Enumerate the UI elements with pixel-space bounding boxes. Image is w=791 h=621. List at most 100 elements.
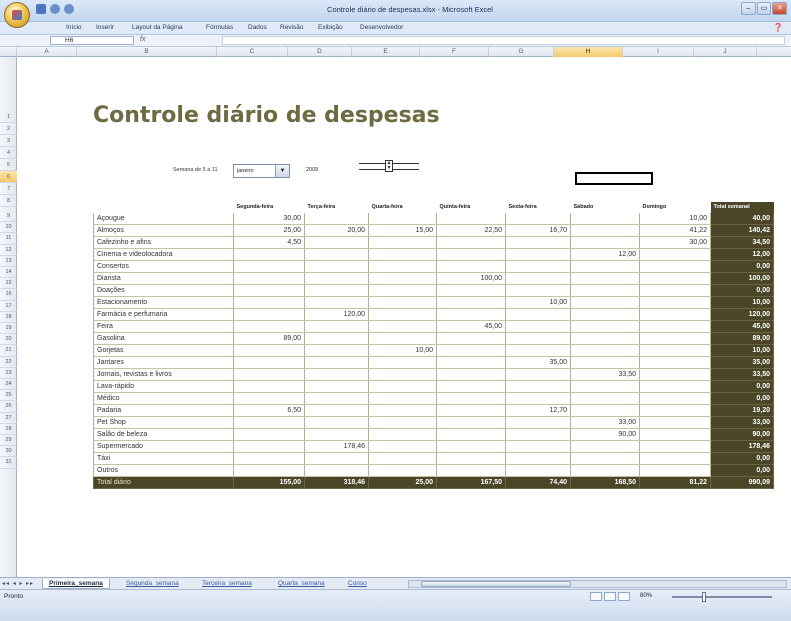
sheet-tab-quarta[interactable]: Quarta_semana (272, 579, 331, 589)
amount-cell[interactable] (233, 428, 305, 442)
category-cell[interactable]: Outros (93, 464, 234, 478)
weekly-total-cell[interactable]: 120,00 (710, 308, 774, 322)
amount-cell[interactable] (304, 452, 369, 466)
amount-cell[interactable] (233, 416, 305, 430)
amount-cell[interactable] (570, 332, 640, 346)
amount-cell[interactable] (368, 248, 437, 262)
amount-cell[interactable]: 30,00 (233, 213, 305, 226)
amount-cell[interactable] (304, 332, 369, 346)
normal-view-icon[interactable] (590, 592, 602, 601)
amount-cell[interactable] (233, 464, 305, 478)
weekly-total-cell[interactable]: 0,00 (710, 392, 774, 406)
weekly-total-cell[interactable]: 19,20 (710, 404, 774, 418)
formula-input[interactable] (222, 36, 785, 45)
daily-total-cell[interactable]: 155,00 (233, 476, 305, 490)
amount-cell[interactable]: 16,70 (505, 224, 571, 238)
row-header-15[interactable]: 15 (0, 278, 17, 290)
daily-total-cell[interactable]: 990,09 (710, 476, 774, 490)
amount-cell[interactable] (570, 272, 640, 286)
amount-cell[interactable] (639, 404, 711, 418)
office-button[interactable] (4, 2, 30, 28)
category-cell[interactable]: Padaria (93, 404, 234, 418)
category-cell[interactable]: Feira (93, 320, 234, 334)
amount-cell[interactable]: 10,00 (505, 296, 571, 310)
amount-cell[interactable] (639, 428, 711, 442)
row-header-7[interactable]: 7 (0, 183, 17, 195)
category-cell[interactable]: Almoços (93, 224, 234, 238)
amount-cell[interactable] (436, 428, 506, 442)
row-header-2[interactable]: 2 (0, 123, 17, 135)
amount-cell[interactable] (304, 428, 369, 442)
amount-cell[interactable] (639, 320, 711, 334)
column-header-b[interactable]: B (77, 47, 217, 57)
weekly-total-cell[interactable]: 10,00 (710, 296, 774, 310)
row-header-24[interactable]: 24 (0, 379, 17, 391)
amount-cell[interactable] (505, 308, 571, 322)
help-icon[interactable]: ❓ (773, 23, 783, 32)
amount-cell[interactable]: 15,00 (368, 224, 437, 238)
category-cell[interactable]: Cafezinho e afins (93, 236, 234, 250)
tab-exibicao[interactable]: Exibição (318, 24, 343, 31)
amount-cell[interactable] (570, 464, 640, 478)
amount-cell[interactable]: 35,00 (505, 356, 571, 370)
amount-cell[interactable] (436, 296, 506, 310)
amount-cell[interactable] (233, 368, 305, 382)
amount-cell[interactable] (570, 380, 640, 394)
weekly-total-cell[interactable]: 100,00 (710, 272, 774, 286)
tab-revisao[interactable]: Revisão (280, 24, 303, 31)
amount-cell[interactable]: 33,50 (570, 368, 640, 382)
amount-cell[interactable]: 178,46 (304, 440, 369, 454)
total-label-cell[interactable]: Total diário (93, 476, 234, 490)
amount-cell[interactable] (436, 260, 506, 274)
amount-cell[interactable] (368, 320, 437, 334)
save-icon[interactable] (36, 4, 46, 14)
weekly-total-cell[interactable]: 0,00 (710, 284, 774, 298)
amount-cell[interactable]: 90,00 (570, 428, 640, 442)
amount-cell[interactable] (233, 260, 305, 274)
row-header-25[interactable]: 25 (0, 390, 17, 402)
amount-cell[interactable] (436, 248, 506, 262)
amount-cell[interactable] (436, 404, 506, 418)
amount-cell[interactable] (570, 356, 640, 370)
category-cell[interactable]: Estacionamento (93, 296, 234, 310)
amount-cell[interactable] (368, 392, 437, 406)
amount-cell[interactable] (570, 344, 640, 358)
worksheet[interactable]: Controle diário de despesas Semana de 5 … (17, 57, 791, 577)
weekly-total-cell[interactable]: 33,50 (710, 368, 774, 382)
row-header-17[interactable]: 17 (0, 301, 17, 312)
row-header-6[interactable]: 6 (0, 171, 17, 183)
weekly-total-cell[interactable]: 0,00 (710, 380, 774, 394)
month-dropdown[interactable]: janeiro ▼ (233, 164, 290, 178)
amount-cell[interactable] (233, 344, 305, 358)
amount-cell[interactable] (639, 332, 711, 346)
amount-cell[interactable] (368, 416, 437, 430)
amount-cell[interactable] (505, 428, 571, 442)
amount-cell[interactable] (436, 308, 506, 322)
amount-cell[interactable] (570, 308, 640, 322)
amount-cell[interactable] (639, 392, 711, 406)
amount-cell[interactable]: 10,00 (639, 213, 711, 226)
amount-cell[interactable] (304, 260, 369, 274)
amount-cell[interactable] (368, 284, 437, 298)
amount-cell[interactable]: 6,50 (233, 404, 305, 418)
zoom-knob[interactable] (702, 592, 706, 602)
select-all-corner[interactable] (0, 47, 17, 57)
tab-desenvolvedor[interactable]: Desenvolvedor (360, 24, 403, 31)
amount-cell[interactable] (570, 224, 640, 238)
amount-cell[interactable] (304, 380, 369, 394)
amount-cell[interactable] (436, 236, 506, 250)
weekly-total-cell[interactable]: 89,00 (710, 332, 774, 346)
amount-cell[interactable] (436, 356, 506, 370)
weekly-total-cell[interactable]: 90,00 (710, 428, 774, 442)
amount-cell[interactable] (639, 452, 711, 466)
minimize-button[interactable]: – (741, 2, 756, 15)
amount-cell[interactable] (639, 380, 711, 394)
amount-cell[interactable] (436, 332, 506, 346)
weekly-total-cell[interactable]: 35,00 (710, 356, 774, 370)
name-box[interactable]: H6 (50, 36, 134, 45)
category-cell[interactable]: Gasolina (93, 332, 234, 346)
amount-cell[interactable] (368, 452, 437, 466)
amount-cell[interactable] (233, 452, 305, 466)
amount-cell[interactable] (505, 416, 571, 430)
amount-cell[interactable] (505, 464, 571, 478)
